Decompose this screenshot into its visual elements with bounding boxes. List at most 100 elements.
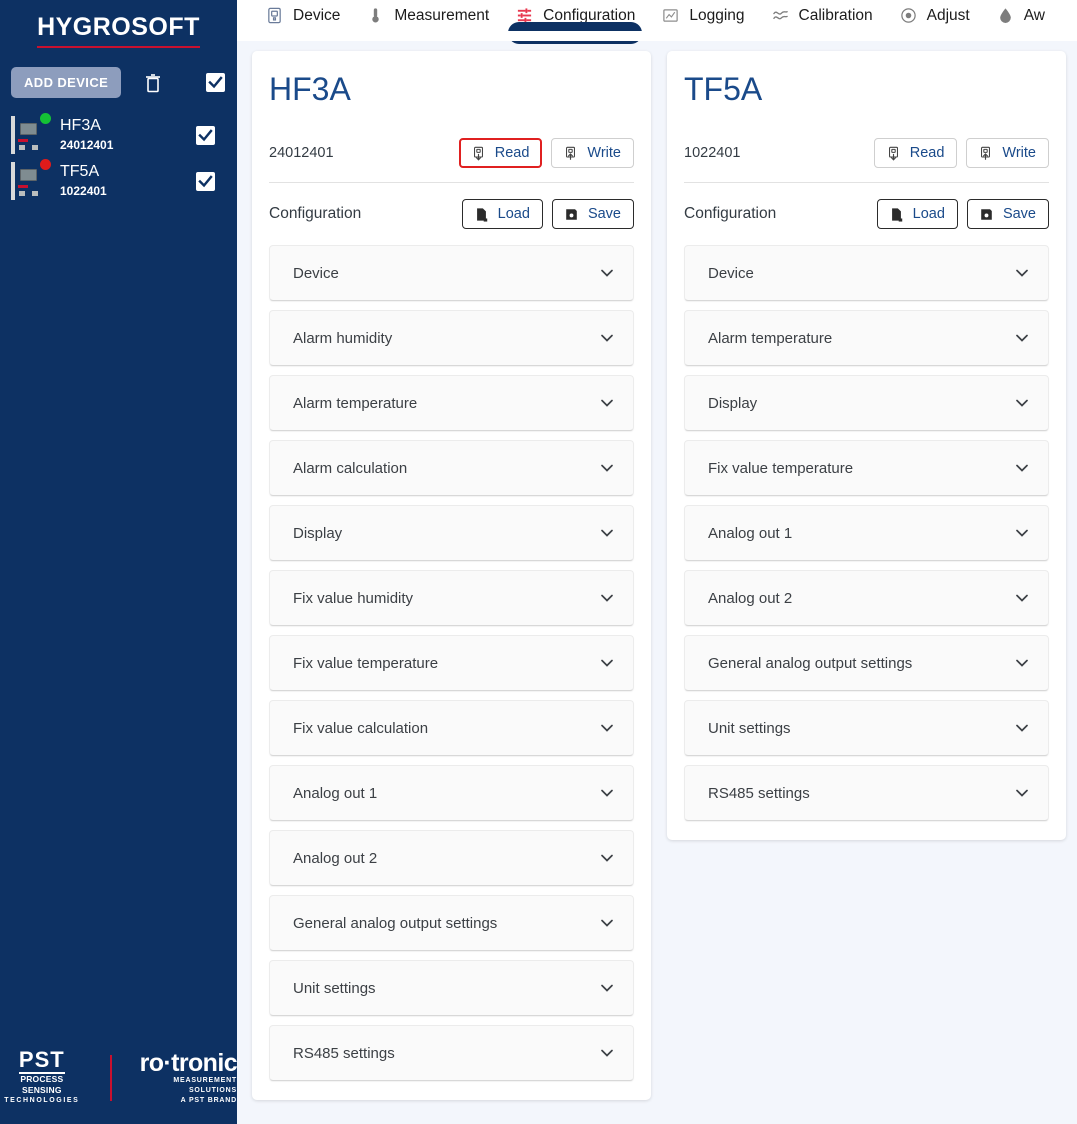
pst-logo-main: PST — [18, 1047, 65, 1074]
tab-configuration[interactable]: Configuration — [502, 0, 648, 44]
accordion-item[interactable]: Device — [269, 245, 634, 301]
accordion-item[interactable]: Fix value humidity — [269, 570, 634, 626]
accordion-item[interactable]: Alarm temperature — [684, 310, 1049, 366]
load-button[interactable]: Load — [461, 199, 543, 229]
device-list-item-hf3a[interactable]: HF3A 24012401 — [0, 112, 237, 158]
load-file-icon — [888, 206, 905, 223]
chevron-down-icon — [1013, 459, 1031, 477]
panel-title: HF3A — [269, 71, 351, 107]
rotronic-logo-main: ro·tronic — [139, 1048, 238, 1077]
tab-adjust[interactable]: Adjust — [886, 0, 983, 31]
sidebar: HYGROSOFT ADD DEVICE HF3A 24012401 TF5A … — [0, 0, 238, 1124]
accordion-label: Fix value temperature — [293, 654, 439, 672]
load-button-label: Load — [912, 206, 945, 222]
accordion-label: Display — [293, 524, 343, 542]
chevron-down-icon — [598, 849, 616, 867]
write-button[interactable]: Write — [966, 138, 1049, 168]
device-thumbnail-wrap — [11, 159, 51, 200]
brand-header: HYGROSOFT — [0, 0, 237, 48]
read-button-label: Read — [909, 145, 945, 161]
accordion-list-hf3a: Device Alarm humidity Alarm temperature … — [269, 245, 634, 1081]
accordion-item[interactable]: RS485 settings — [269, 1025, 634, 1081]
panel-serial-row: 24012401 Read Write — [269, 138, 634, 183]
chevron-down-icon — [598, 914, 616, 932]
save-button-label: Save — [587, 206, 621, 222]
device-list-item-tf5a[interactable]: TF5A 1022401 — [0, 158, 237, 204]
panel-serial-row: 1022401 Read Write — [684, 138, 1049, 183]
accordion-item[interactable]: RS485 settings — [684, 765, 1049, 821]
status-dot-online-icon — [40, 113, 51, 124]
accordion-list-tf5a: Device Alarm temperature Display Fix val… — [684, 245, 1049, 821]
accordion-item[interactable]: Analog out 1 — [269, 765, 634, 821]
accordion-item[interactable]: Display — [269, 505, 634, 561]
accordion-label: Unit settings — [708, 719, 791, 737]
write-upload-icon — [977, 145, 994, 162]
tab-calibration[interactable]: Calibration — [758, 0, 886, 31]
load-button[interactable]: Load — [876, 199, 958, 229]
device-panels: HF3A 24012401 Read Write Configuration L… — [237, 41, 1077, 1100]
accordion-item[interactable]: Fix value temperature — [269, 635, 634, 691]
tab-measurement[interactable]: Measurement — [353, 0, 502, 31]
chevron-down-icon — [1013, 589, 1031, 607]
chevron-down-icon — [1013, 394, 1031, 412]
accordion-item[interactable]: General analog output settings — [684, 635, 1049, 691]
save-button-label: Save — [1002, 206, 1036, 222]
tab-label: Aw — [1023, 6, 1045, 24]
tab-label: Device — [293, 6, 341, 24]
main-area: Device Measurement Configuration Logging… — [237, 0, 1077, 1124]
add-device-button[interactable]: ADD DEVICE — [11, 67, 122, 98]
device-checkbox-tf5a[interactable] — [196, 171, 215, 191]
nav-underline — [237, 31, 1077, 41]
trash-icon[interactable] — [143, 72, 163, 94]
accordion-label: Alarm humidity — [293, 329, 393, 347]
accordion-item[interactable]: Device — [684, 245, 1049, 301]
accordion-label: Display — [708, 394, 758, 412]
read-button[interactable]: Read — [873, 138, 958, 168]
accordion-item[interactable]: Alarm humidity — [269, 310, 634, 366]
accordion-label: Device — [708, 264, 754, 282]
accordion-item[interactable]: Alarm temperature — [269, 375, 634, 431]
read-write-button-group: Read Write — [873, 138, 1049, 168]
chart-log-icon — [661, 6, 680, 25]
write-button[interactable]: Write — [551, 138, 634, 168]
chevron-down-icon — [598, 459, 616, 477]
save-floppy-icon — [978, 206, 995, 223]
sidebar-toolbar: ADD DEVICE — [0, 67, 237, 98]
tab-aw[interactable]: Aw — [983, 0, 1058, 31]
accordion-item[interactable]: Unit settings — [269, 960, 634, 1016]
wave-icon — [771, 6, 790, 25]
select-all-checkbox[interactable] — [206, 73, 226, 92]
accordion-item[interactable]: Analog out 2 — [269, 830, 634, 886]
tab-label: Logging — [689, 6, 745, 24]
device-meta: HF3A 24012401 — [60, 116, 196, 154]
write-button-label: Write — [587, 145, 621, 161]
accordion-item[interactable]: Analog out 1 — [684, 505, 1049, 561]
device-serial: 24012401 — [60, 138, 114, 152]
read-write-button-group: Read Write — [458, 138, 634, 168]
accordion-item[interactable]: Fix value calculation — [269, 700, 634, 756]
read-button[interactable]: Read — [458, 138, 543, 168]
tab-device[interactable]: Device — [252, 0, 353, 31]
accordion-item[interactable]: Fix value temperature — [684, 440, 1049, 496]
tab-label: Calibration — [798, 6, 873, 24]
load-save-button-group: Load Save — [461, 199, 634, 229]
panel-title: TF5A — [684, 71, 763, 107]
accordion-label: Unit settings — [293, 979, 376, 997]
accordion-item[interactable]: General analog output settings — [269, 895, 634, 951]
accordion-item[interactable]: Unit settings — [684, 700, 1049, 756]
accordion-item[interactable]: Display — [684, 375, 1049, 431]
chevron-down-icon — [1013, 654, 1031, 672]
device-checkbox-hf3a[interactable] — [196, 125, 215, 145]
pst-logo: PST PROCESS SENSING TECHNOLOGIES — [0, 1049, 97, 1106]
panel-serial: 24012401 — [269, 145, 334, 161]
top-navigation: Device Measurement Configuration Logging… — [237, 0, 1077, 44]
device-serial: 1022401 — [60, 184, 107, 198]
accordion-item[interactable]: Alarm calculation — [269, 440, 634, 496]
chevron-down-icon — [598, 329, 616, 347]
panel-serial: 1022401 — [684, 145, 741, 161]
save-button[interactable]: Save — [966, 199, 1049, 229]
save-button[interactable]: Save — [551, 199, 634, 229]
accordion-item[interactable]: Analog out 2 — [684, 570, 1049, 626]
status-dot-offline-icon — [40, 159, 51, 170]
tab-logging[interactable]: Logging — [648, 0, 757, 31]
